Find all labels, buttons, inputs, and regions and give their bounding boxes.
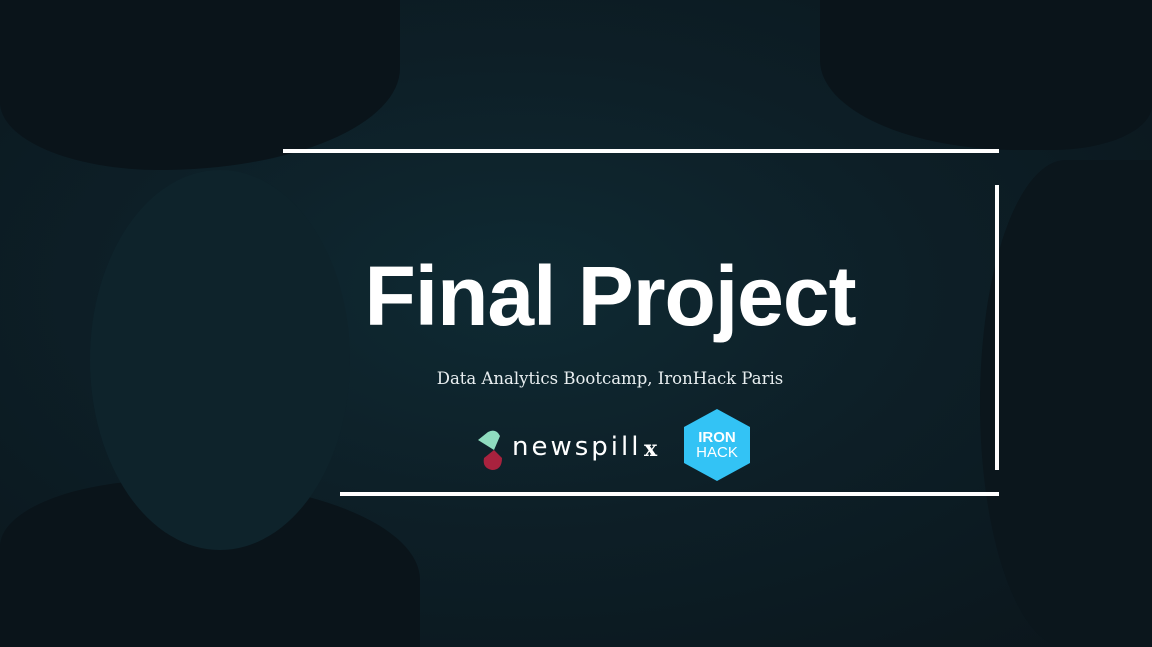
frame-top — [283, 149, 999, 153]
newspill-pill-icon — [478, 430, 502, 470]
ironhack-line2: HACK — [696, 444, 738, 461]
ironhack-logo: IRON HACK — [684, 409, 750, 481]
background-blob — [820, 0, 1152, 150]
background-blob — [0, 0, 400, 170]
background-blob — [90, 170, 350, 550]
collab-separator: x — [644, 436, 658, 462]
frame-bottom — [340, 492, 999, 496]
slide-subtitle: Data Analytics Bootcamp, IronHack Paris — [436, 369, 784, 388]
newspill-wordmark: newspill — [512, 432, 642, 462]
background-blob — [980, 160, 1152, 647]
slide-title: Final Project — [364, 249, 856, 343]
logos-row: newspill x IRON HACK — [470, 408, 770, 483]
